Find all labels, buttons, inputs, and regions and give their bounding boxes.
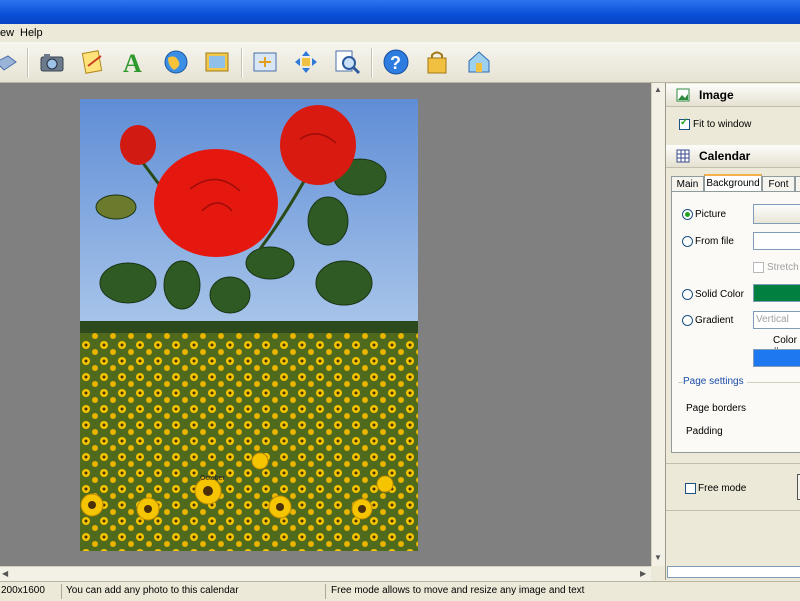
move-arrows-icon[interactable] xyxy=(292,48,320,76)
gradient-direction-select[interactable]: Vertical xyxy=(753,311,800,329)
text-a-icon[interactable]: A xyxy=(120,48,148,78)
from-file-input[interactable] xyxy=(753,232,800,250)
calendar-grid-icon xyxy=(676,149,690,163)
page-settings-title: Page settings xyxy=(683,376,747,387)
globe-icon[interactable] xyxy=(162,48,190,76)
solid-color-label: Solid Color xyxy=(695,289,744,300)
picture-icon[interactable] xyxy=(203,48,231,76)
svg-text:?: ? xyxy=(390,53,401,73)
svg-text:A: A xyxy=(123,49,142,76)
calendar-photo[interactable]: October xyxy=(80,99,418,551)
panel-bottom-field[interactable] xyxy=(667,566,800,578)
free-mode-bar: Free mode xyxy=(666,463,800,511)
from-file-label: From file xyxy=(695,236,734,247)
tab-main[interactable]: Main xyxy=(671,176,704,192)
stretch-label: Stretch xyxy=(767,262,799,273)
from-file-radio[interactable] xyxy=(682,236,693,247)
page-borders-label: Page borders xyxy=(686,403,747,414)
calendar-canvas[interactable]: October xyxy=(0,83,651,566)
free-mode-checkbox[interactable] xyxy=(685,483,696,494)
shopping-bag-icon[interactable] xyxy=(423,48,451,76)
properties-panel: Image Fit to window Calendar Main Backgr… xyxy=(665,83,800,580)
calendar-section-header[interactable]: Calendar xyxy=(666,145,800,168)
image-section-header[interactable]: Image xyxy=(666,84,800,107)
horizontal-scrollbar[interactable]: ◀ ▶ xyxy=(0,566,651,581)
scroll-left-icon[interactable]: ◀ xyxy=(2,569,8,578)
fit-to-window-label: Fit to window xyxy=(693,119,752,130)
status-divider xyxy=(325,584,326,599)
picture-select-button[interactable] xyxy=(753,204,800,224)
zoom-icon[interactable] xyxy=(333,48,361,76)
photo-month-label: October xyxy=(200,475,226,482)
scroll-down-icon[interactable]: ▼ xyxy=(654,553,662,562)
eraser-icon[interactable] xyxy=(0,48,20,76)
tab-font[interactable]: Font xyxy=(762,176,795,192)
stretch-checkbox[interactable] xyxy=(753,262,764,273)
tab-background[interactable]: Background xyxy=(704,174,762,192)
menu-bar: ew Help xyxy=(0,24,800,43)
fit-to-window-checkbox[interactable] xyxy=(679,117,690,130)
status-bar: 200x1600 You can add any photo to this c… xyxy=(0,581,800,601)
calendar-section-title: Calendar xyxy=(699,149,751,163)
image-section-title: Image xyxy=(699,88,734,102)
fit-icon[interactable] xyxy=(251,48,279,76)
free-mode-label: Free mode xyxy=(698,483,747,494)
image-icon xyxy=(676,88,690,102)
scroll-up-icon[interactable]: ▲ xyxy=(654,85,662,94)
toolbar: A ? xyxy=(0,42,800,83)
gradient-label: Gradient xyxy=(695,315,734,326)
scroll-right-icon[interactable]: ▶ xyxy=(640,569,646,578)
home-icon[interactable] xyxy=(465,48,493,76)
scroll-corner xyxy=(651,566,665,580)
padding-label: Padding xyxy=(686,426,723,437)
status-hint-free-mode: Free mode allows to move and resize any … xyxy=(331,585,585,596)
notepad-icon[interactable] xyxy=(79,48,107,76)
picture-radio[interactable] xyxy=(682,209,693,220)
status-hint-photo: You can add any photo to this calendar xyxy=(66,585,239,596)
help-icon[interactable]: ? xyxy=(382,48,410,76)
gradient-color-swatch[interactable] xyxy=(753,349,800,367)
menu-help[interactable]: Help xyxy=(20,27,43,39)
title-bar xyxy=(0,0,800,24)
toolbar-separator xyxy=(371,48,373,78)
solid-color-radio[interactable] xyxy=(682,289,693,300)
camera-icon[interactable] xyxy=(38,48,66,76)
status-divider xyxy=(61,584,62,599)
status-page-size: 200x1600 xyxy=(1,585,45,596)
menu-view[interactable]: ew xyxy=(0,27,14,39)
toolbar-separator xyxy=(241,48,243,78)
background-tab-body: Picture From file Stretch Solid Color Gr… xyxy=(671,191,800,453)
picture-label: Picture xyxy=(695,209,727,220)
gradient-radio[interactable] xyxy=(682,315,693,326)
solid-color-swatch[interactable] xyxy=(753,284,800,302)
vertical-scrollbar[interactable]: ▲ ▼ xyxy=(651,83,666,566)
tab-more[interactable] xyxy=(795,176,800,192)
toolbar-separator xyxy=(27,48,29,78)
